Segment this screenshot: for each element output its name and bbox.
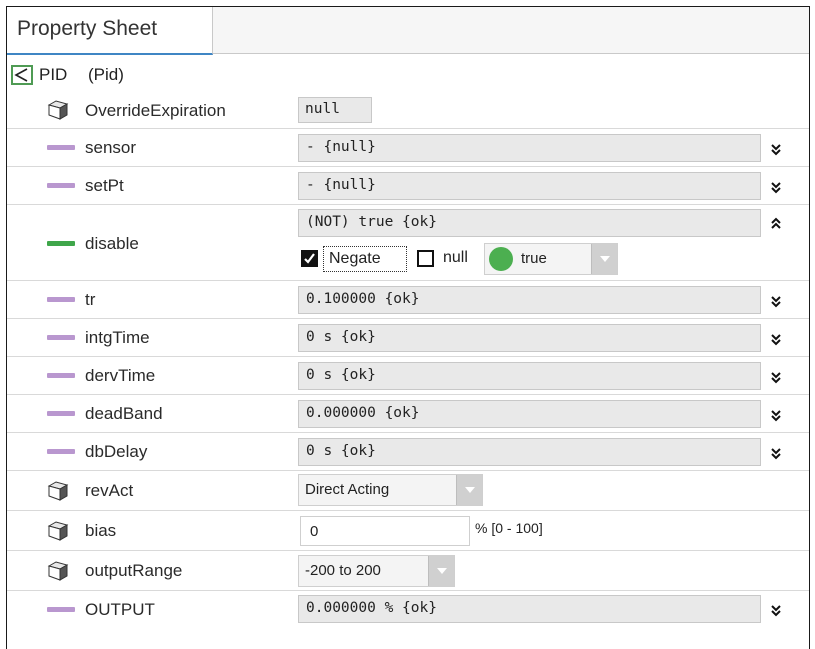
- property-name: dervTime: [85, 366, 156, 385]
- property-name: tr: [85, 290, 96, 309]
- property-name: outputRange: [85, 561, 183, 580]
- slot-link-bar-icon: [47, 241, 75, 246]
- dervtime-value-field: 0 s {ok}: [298, 362, 761, 390]
- negate-label-box[interactable]: Negate: [323, 246, 407, 272]
- chevron-down-icon: [465, 487, 475, 493]
- disable-boolean-select[interactable]: true: [484, 243, 618, 275]
- revact-select[interactable]: Direct Acting: [298, 474, 483, 506]
- collapse-triangle-icon[interactable]: [11, 65, 33, 85]
- bias-input-value: 0: [310, 523, 319, 540]
- property-name: disable: [85, 234, 139, 253]
- property-row-sensor: sensor - {null}: [7, 129, 809, 167]
- dropdown-button[interactable]: [428, 556, 454, 586]
- dropdown-button[interactable]: [456, 475, 482, 505]
- property-name: dbDelay: [85, 442, 148, 461]
- property-name: revAct: [85, 481, 134, 500]
- property-sheet-window: Property Sheet PID (Pid) OverrideExpirat…: [6, 6, 810, 649]
- tab-label: Property Sheet: [17, 17, 158, 40]
- deadband-value-field: 0.000000 {ok}: [298, 400, 761, 428]
- slot-link-bar-icon: [47, 183, 75, 188]
- null-label: null: [443, 249, 468, 266]
- negate-label: Negate: [329, 250, 381, 267]
- property-row-outputrange: outputRange -200 to 200: [7, 551, 809, 591]
- chevron-down-icon: [600, 256, 610, 262]
- dbdelay-value-field: 0 s {ok}: [298, 438, 761, 466]
- status-dot-icon: [489, 247, 513, 271]
- property-row-bias: bias 0 % [0 - 100]: [7, 511, 809, 551]
- property-row-override-expiration: OverrideExpiration null: [7, 91, 809, 129]
- property-row-revact: revAct Direct Acting: [7, 471, 809, 511]
- double-chevron-down-icon[interactable]: [769, 602, 783, 618]
- slot-link-bar-icon: [47, 145, 75, 150]
- intgtime-value-field: 0 s {ok}: [298, 324, 761, 352]
- double-chevron-down-icon[interactable]: [769, 179, 783, 195]
- slot-link-bar-icon: [47, 335, 75, 340]
- slot-link-bar-icon: [47, 607, 75, 612]
- override-expiration-field: null: [298, 97, 372, 123]
- double-chevron-up-icon[interactable]: [769, 215, 783, 231]
- slot-link-bar-icon: [47, 449, 75, 454]
- bias-unit-range: % [0 - 100]: [475, 520, 543, 536]
- component-cube-icon: [47, 481, 69, 501]
- component-type: (Pid): [88, 65, 124, 84]
- chevron-down-icon: [437, 568, 447, 574]
- property-row-output: OUTPUT 0.000000 % {ok}: [7, 591, 809, 629]
- setpt-value-field: - {null}: [298, 172, 761, 200]
- outputrange-select[interactable]: -200 to 200: [298, 555, 455, 587]
- double-chevron-down-icon[interactable]: [769, 141, 783, 157]
- select-value: -200 to 200: [305, 562, 381, 579]
- property-row-setpt: setPt - {null}: [7, 167, 809, 205]
- property-name: intgTime: [85, 328, 150, 347]
- property-name: deadBand: [85, 404, 163, 423]
- tab-bar: Property Sheet: [7, 7, 809, 55]
- component-cube-icon: [47, 561, 69, 581]
- dropdown-button[interactable]: [591, 244, 617, 274]
- slot-link-bar-icon: [47, 373, 75, 378]
- root-component-row[interactable]: PID (Pid): [7, 61, 809, 89]
- property-row-disable: disable (NOT) true {ok} Negate null true: [7, 205, 809, 281]
- component-cube-icon: [47, 521, 69, 541]
- double-chevron-down-icon[interactable]: [769, 445, 783, 461]
- double-chevron-down-icon[interactable]: [769, 331, 783, 347]
- property-row-dervtime: dervTime 0 s {ok}: [7, 357, 809, 395]
- property-row-deadband: deadBand 0.000000 {ok}: [7, 395, 809, 433]
- property-name: setPt: [85, 176, 124, 195]
- disable-value-field: (NOT) true {ok}: [298, 209, 761, 237]
- tab-property-sheet[interactable]: Property Sheet: [7, 7, 213, 55]
- checkmark-icon: [304, 253, 315, 264]
- property-row-tr: tr 0.100000 {ok}: [7, 281, 809, 319]
- slot-link-bar-icon: [47, 297, 75, 302]
- null-checkbox[interactable]: [417, 250, 434, 267]
- double-chevron-down-icon[interactable]: [769, 369, 783, 385]
- select-value: true: [521, 250, 547, 267]
- double-chevron-down-icon[interactable]: [769, 407, 783, 423]
- property-name: OUTPUT: [85, 600, 155, 619]
- negate-checkbox[interactable]: [301, 250, 318, 267]
- tr-value-field: 0.100000 {ok}: [298, 286, 761, 314]
- property-row-dbdelay: dbDelay 0 s {ok}: [7, 433, 809, 471]
- bias-input[interactable]: 0: [300, 516, 470, 546]
- slot-link-bar-icon: [47, 411, 75, 416]
- select-value: Direct Acting: [305, 481, 390, 498]
- component-name: PID: [39, 65, 68, 84]
- double-chevron-down-icon[interactable]: [769, 293, 783, 309]
- property-name: OverrideExpiration: [85, 101, 226, 120]
- property-row-intgtime: intgTime 0 s {ok}: [7, 319, 809, 357]
- component-cube-icon: [47, 100, 69, 120]
- property-name: bias: [85, 521, 117, 540]
- property-name: sensor: [85, 138, 137, 157]
- output-value-field: 0.000000 % {ok}: [298, 595, 761, 623]
- sensor-value-field: - {null}: [298, 134, 761, 162]
